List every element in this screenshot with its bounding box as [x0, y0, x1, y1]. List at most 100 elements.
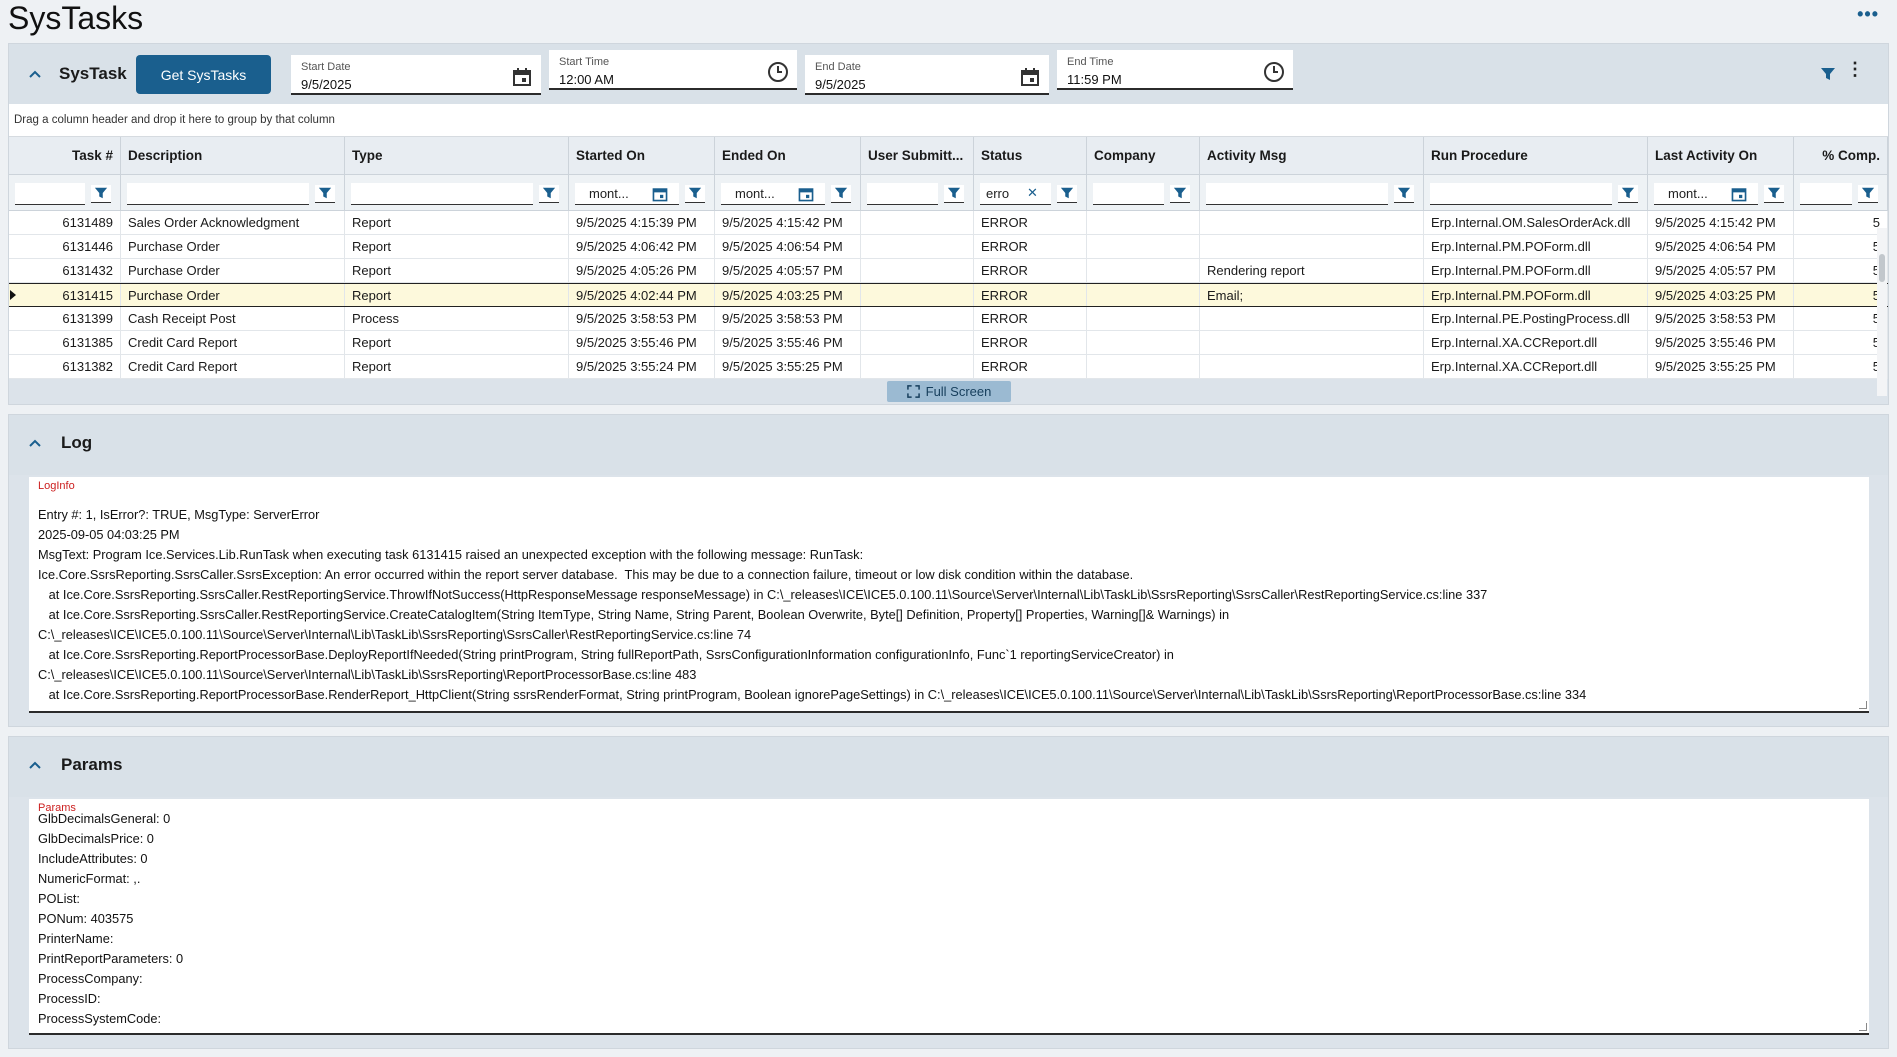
filter-icon[interactable]: [91, 185, 111, 203]
chevron-up-icon[interactable]: [27, 435, 43, 451]
column-header-status[interactable]: Status: [974, 137, 1087, 174]
start-time-value: 12:00 AM: [559, 72, 614, 87]
filter-input-run-procedure[interactable]: [1430, 183, 1612, 205]
systask-panel: SysTask Get SysTasks Start Date 9/5/2025…: [8, 43, 1889, 405]
cell-description: Credit Card Report: [121, 355, 345, 378]
table-row[interactable]: 6131432 Purchase Order Report 9/5/2025 4:05…: [9, 259, 1888, 283]
log-panel: Log LogInfo Entry #: 1, IsError?: TRUE, …: [8, 414, 1889, 727]
filter-icon[interactable]: [944, 185, 964, 203]
cell-type: Report: [345, 284, 569, 306]
expand-icon: [906, 385, 920, 398]
column-header-description[interactable]: Description: [121, 137, 345, 174]
table-row[interactable]: 6131399 Cash Receipt Post Process 9/5/2025 …: [9, 307, 1888, 331]
cell-task-number: 6131446: [9, 235, 121, 258]
filter-icon[interactable]: [1170, 185, 1190, 203]
cell-percent-complete: 5: [1794, 235, 1888, 258]
calendar-icon[interactable]: [1730, 185, 1748, 203]
clock-icon[interactable]: [767, 61, 789, 83]
resize-grip-icon[interactable]: [1859, 701, 1867, 709]
text-line: C:\_releases\ICE\ICE5.0.100.11\Source\Se…: [38, 627, 752, 642]
resize-grip-icon[interactable]: [1859, 1023, 1867, 1031]
filter-input-task-number[interactable]: [15, 183, 85, 205]
calendar-icon[interactable]: [1019, 66, 1041, 88]
cell-percent-complete: 5: [1794, 211, 1888, 234]
cell-run-procedure: Erp.Internal.PE.PostingProcess.dll: [1424, 307, 1648, 330]
calendar-icon[interactable]: [511, 66, 533, 88]
calendar-icon[interactable]: [797, 185, 815, 203]
table-row[interactable]: 6131446 Purchase Order Report 9/5/2025 4:06…: [9, 235, 1888, 259]
text-line: POList:: [38, 891, 80, 906]
column-header-started-on[interactable]: Started On: [569, 137, 715, 174]
column-header-last-activity-on[interactable]: Last Activity On: [1648, 137, 1794, 174]
cell-activity-msg: Rendering report: [1200, 259, 1424, 282]
get-systasks-button[interactable]: Get SysTasks: [136, 55, 271, 94]
cell-type: Report: [345, 355, 569, 378]
calendar-icon[interactable]: [651, 185, 669, 203]
ellipsis-icon[interactable]: •••: [1857, 4, 1879, 25]
filter-input-percent-complete[interactable]: [1800, 183, 1852, 205]
filter-icon[interactable]: [685, 185, 705, 203]
filter-input-company[interactable]: [1093, 183, 1164, 205]
cell-ended-on: 9/5/2025 3:55:46 PM: [715, 331, 861, 354]
table-row[interactable]: 6131385 Credit Card Report Report 9/5/2025 …: [9, 331, 1888, 355]
start-date-field[interactable]: Start Date 9/5/2025: [291, 55, 541, 95]
cell-company: [1087, 211, 1200, 234]
column-header-type[interactable]: Type: [345, 137, 569, 174]
filter-input-activity-msg[interactable]: [1206, 183, 1388, 205]
filter-icon[interactable]: [1394, 185, 1414, 203]
cell-percent-complete: 5: [1794, 331, 1888, 354]
filter-icon[interactable]: [1858, 185, 1878, 203]
kebab-menu-icon[interactable]: ⋮: [1846, 60, 1864, 78]
table-row[interactable]: 6131415 Purchase Order Report 9/5/2025 4:02…: [9, 283, 1888, 307]
filter-cell-type: [345, 175, 569, 210]
cell-activity-msg: Email;: [1200, 284, 1424, 306]
chevron-up-icon[interactable]: [27, 66, 43, 82]
cell-ended-on: 9/5/2025 3:58:53 PM: [715, 307, 861, 330]
filter-icon[interactable]: [539, 185, 559, 203]
filter-icon[interactable]: [1057, 185, 1077, 203]
table-row[interactable]: 6131382 Credit Card Report Report 9/5/2025 …: [9, 355, 1888, 379]
column-header-user-submitted[interactable]: User Submitt...: [861, 137, 974, 174]
filter-cell-description: [121, 175, 345, 210]
chevron-up-icon[interactable]: [27, 757, 43, 773]
cell-last-activity-on: 9/5/2025 3:55:25 PM: [1648, 355, 1794, 378]
clear-filter-icon[interactable]: ✕: [1027, 185, 1045, 203]
table-row[interactable]: 6131489 Sales Order Acknowledgment Report 9…: [9, 211, 1888, 235]
filter-icon[interactable]: [315, 185, 335, 203]
cell-user-submitted: [861, 211, 974, 234]
clock-icon[interactable]: [1263, 61, 1285, 83]
filter-icon[interactable]: [1764, 185, 1784, 203]
log-header: Log: [9, 415, 1888, 475]
column-header-percent-complete[interactable]: % Comp.: [1794, 137, 1888, 174]
text-line: ProcessCompany:: [38, 971, 143, 986]
text-line: C:\_releases\ICE\ICE5.0.100.11\Source\Se…: [38, 667, 697, 682]
column-header-ended-on[interactable]: Ended On: [715, 137, 861, 174]
column-header-activity-msg[interactable]: Activity Msg: [1200, 137, 1424, 174]
filter-icon[interactable]: [831, 185, 851, 203]
column-header-run-procedure[interactable]: Run Procedure: [1424, 137, 1648, 174]
end-date-label: End Date: [815, 61, 861, 73]
cell-started-on: 9/5/2025 4:05:26 PM: [569, 259, 715, 282]
start-time-field[interactable]: Start Time 12:00 AM: [549, 50, 797, 90]
params-text: GlbDecimalsGeneral: 0 GlbDecimalsPrice: 0…: [38, 809, 1849, 1029]
full-screen-button[interactable]: Full Screen: [887, 381, 1011, 402]
column-header-task-number[interactable]: Task #: [9, 137, 121, 174]
filter-input-type[interactable]: [351, 183, 533, 205]
cell-percent-complete: 5: [1794, 259, 1888, 282]
filter-icon[interactable]: [1618, 185, 1638, 203]
params-textarea[interactable]: Params GlbDecimalsGeneral: 0 GlbDecimalsP…: [29, 799, 1869, 1035]
end-date-field[interactable]: End Date 9/5/2025: [805, 55, 1049, 95]
filter-input-user-submitted[interactable]: [867, 183, 938, 205]
filter-icon[interactable]: [1820, 66, 1836, 82]
column-header-company[interactable]: Company: [1087, 137, 1200, 174]
loginfo-textarea[interactable]: LogInfo Entry #: 1, IsError?: TRUE, MsgT…: [29, 477, 1869, 713]
end-time-field[interactable]: End Time 11:59 PM: [1057, 50, 1293, 90]
end-time-value: 11:59 PM: [1067, 72, 1122, 87]
cell-description: Purchase Order: [121, 235, 345, 258]
cell-started-on: 9/5/2025 3:58:53 PM: [569, 307, 715, 330]
filter-cell-status: erro ✕: [974, 175, 1087, 210]
vertical-scrollbar[interactable]: [1877, 228, 1887, 396]
filter-cell-user-submitted: [861, 175, 974, 210]
cell-task-number: 6131399: [9, 307, 121, 330]
filter-input-description[interactable]: [127, 183, 309, 205]
